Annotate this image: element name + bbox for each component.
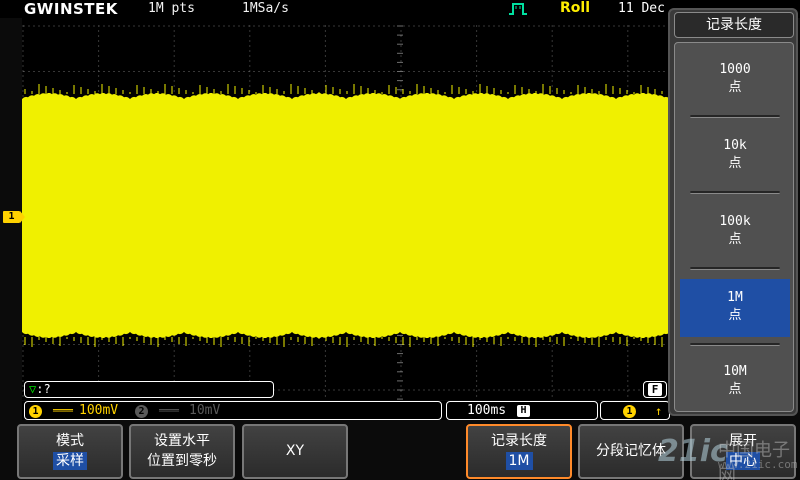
watermark-logo: 21ic 中国电子网 www.21ic.com — [658, 434, 798, 480]
f-label: F — [648, 383, 662, 396]
option-unit: 点 — [728, 382, 742, 397]
date-readout: 11 Dec — [618, 1, 665, 16]
option-10k[interactable]: 10k 点 — [680, 127, 790, 185]
ch1-position-marker[interactable]: 1 — [3, 211, 25, 223]
info-bar: 1 ═══ 100mV 2 ═══ 10mV 100ms H 1 ↑ — [22, 401, 670, 420]
option-unit: 点 — [728, 80, 742, 95]
option-value: 10M — [723, 364, 747, 379]
mode-label: 模式 — [56, 433, 84, 449]
record-length-readout: 1M pts — [148, 1, 195, 16]
option-unit: 点 — [728, 156, 742, 171]
brand-logo: GWINSTEK — [24, 0, 118, 18]
option-value: 1M — [727, 290, 743, 305]
ch1-badge: 1 — [29, 405, 42, 418]
ch1-scale: 100mV — [79, 403, 119, 418]
menu-divider — [690, 115, 780, 118]
trigger-info: ▽:? — [24, 381, 274, 398]
option-1000[interactable]: 1000 点 — [680, 51, 790, 109]
option-1m[interactable]: 1M 点 — [680, 279, 790, 337]
ch2-badge: 2 — [135, 405, 148, 418]
set-horizontal-zero-button[interactable]: 设置水平 位置到零秒 — [129, 424, 235, 479]
mode-button[interactable]: 模式 采样 — [17, 424, 123, 479]
set-horizontal-label: 设置水平 — [154, 433, 210, 449]
option-unit: 点 — [728, 308, 742, 323]
channel-info[interactable]: 1 ═══ 100mV 2 ═══ 10mV — [24, 401, 442, 420]
ch2-dc-coupling-icon: ═══ — [159, 404, 179, 417]
ch1-signal-band — [22, 93, 668, 338]
function-badge: F — [643, 381, 667, 398]
ch1-dc-coupling-icon: ═══ — [53, 404, 73, 417]
xy-button[interactable]: XY — [242, 424, 348, 479]
timebase-info[interactable]: 100ms H — [446, 401, 598, 420]
option-100k[interactable]: 100k 点 — [680, 203, 790, 261]
record-length-menu: 记录长度 1000 点 10k 点 100k 点 1M 点 10M 点 — [668, 8, 798, 416]
acquisition-mode: Roll — [560, 0, 590, 16]
option-10m[interactable]: 10M 点 — [680, 353, 790, 411]
set-horizontal-label-2: 位置到零秒 — [147, 453, 217, 469]
menu-divider — [690, 191, 780, 194]
trigger-ch-badge: 1 — [623, 405, 636, 418]
option-unit: 点 — [728, 232, 742, 247]
ch2-scale: 10mV — [189, 403, 221, 418]
option-value: 100k — [719, 214, 751, 229]
menu-divider — [690, 267, 780, 270]
record-length-label: 记录长度 — [491, 433, 547, 449]
record-length-value: 1M — [505, 452, 533, 470]
trigger-status-icon — [509, 3, 527, 15]
option-value: 10k — [723, 138, 747, 153]
mode-value: 采样 — [53, 452, 87, 470]
timebase-value: 100ms — [467, 403, 507, 418]
horizontal-icon: H — [517, 405, 530, 417]
option-value: 1000 — [719, 62, 751, 77]
menu-title: 记录长度 — [674, 12, 794, 38]
watermark-url: www.21ic.com — [718, 458, 798, 471]
rising-edge-icon: ↑ — [655, 404, 663, 418]
menu-divider — [690, 343, 780, 346]
trigger-source: :? — [36, 382, 51, 396]
trigger-level-info[interactable]: 1 ↑ — [600, 401, 670, 420]
ch1-trace — [22, 84, 668, 347]
xy-label: XY — [285, 443, 305, 459]
waveform-display[interactable] — [22, 18, 668, 400]
record-length-button[interactable]: 记录长度 1M — [466, 424, 572, 479]
sample-rate-readout: 1MSa/s — [242, 1, 289, 16]
menu-options: 1000 点 10k 点 100k 点 1M 点 10M 点 — [674, 42, 794, 412]
